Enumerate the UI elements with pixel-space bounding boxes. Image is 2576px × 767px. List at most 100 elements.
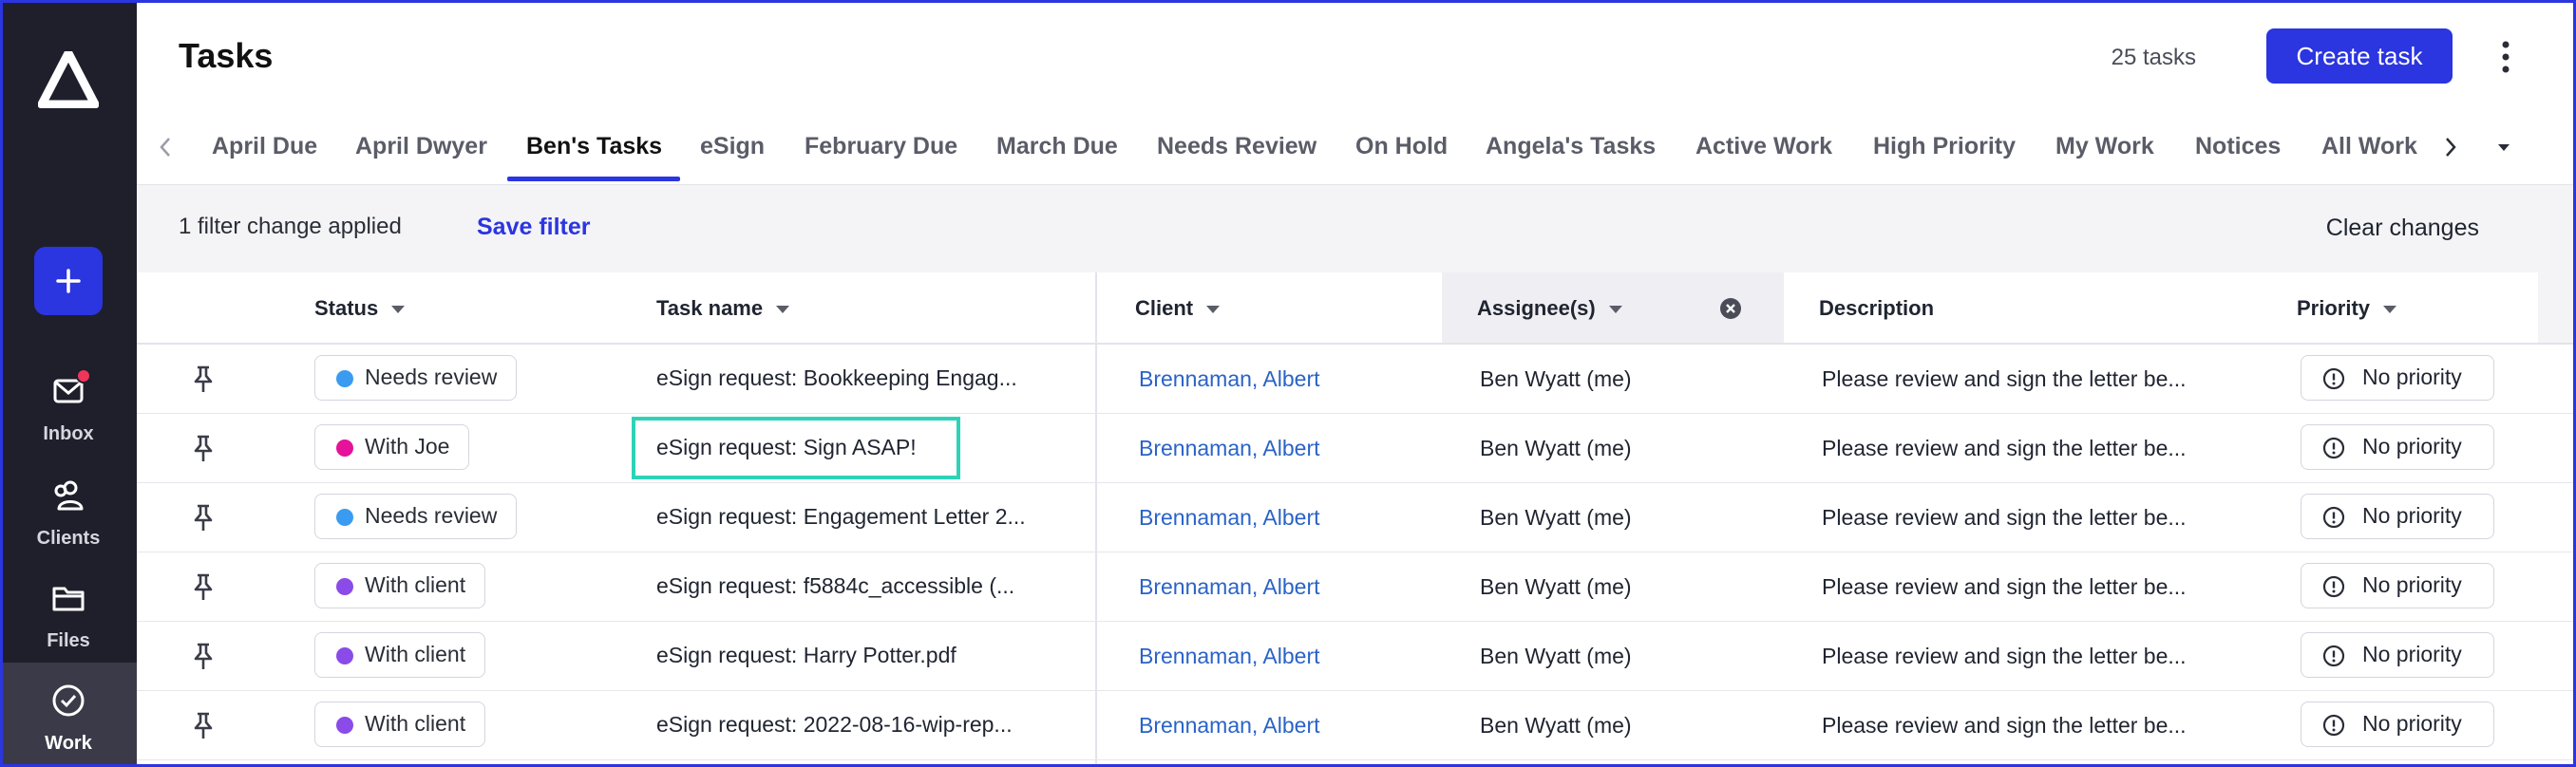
nav-work-label: Work xyxy=(45,733,92,754)
status-label: With client xyxy=(365,642,466,666)
pin-icon[interactable] xyxy=(190,433,217,463)
column-header-description[interactable]: Description xyxy=(1819,296,1934,321)
column-header-client-label: Client xyxy=(1135,296,1194,320)
table-header: Status Task name Client Assignee(s) Desc… xyxy=(137,272,2576,345)
client-link[interactable]: Brennaman, Albert xyxy=(1139,436,1320,461)
status-dot xyxy=(336,370,353,387)
priority-label: No priority xyxy=(2362,572,2462,597)
description: Please review and sign the letter be... xyxy=(1822,644,2187,668)
quick-add-button[interactable] xyxy=(34,247,103,315)
status-badge[interactable]: With client xyxy=(314,563,486,608)
table-row[interactable]: With client eSign request: f5884c_accessi… xyxy=(137,552,2576,622)
priority-label: No priority xyxy=(2362,711,2462,736)
tab-april-due[interactable]: April Due xyxy=(212,133,317,160)
status-badge[interactable]: Needs review xyxy=(314,494,518,539)
task-name[interactable]: eSign request: f5884c_accessible (... xyxy=(656,573,1014,599)
nav-clients[interactable]: Clients xyxy=(0,477,137,581)
notification-dot xyxy=(76,368,91,384)
priority-badge[interactable]: No priority xyxy=(2301,494,2494,539)
tabs-scroll-left-icon[interactable] xyxy=(154,133,177,161)
column-header-task-name[interactable]: Task name xyxy=(656,296,790,321)
pin-icon[interactable] xyxy=(190,641,217,671)
tab-all-work[interactable]: All Work xyxy=(2321,133,2417,160)
client-link[interactable]: Brennaman, Albert xyxy=(1139,644,1320,669)
table-row[interactable]: With Joe eSign request: Sign ASAP! Brennam… xyxy=(137,414,2576,483)
tab-april-dwyer[interactable]: April Dwyer xyxy=(355,133,487,160)
clear-assignee-filter-icon[interactable] xyxy=(1719,297,1742,320)
tab-esign[interactable]: eSign xyxy=(700,133,765,160)
column-header-priority[interactable]: Priority xyxy=(2297,296,2397,321)
table-row[interactable]: With client eSign request: Harry Potter.p… xyxy=(137,622,2576,691)
status-badge[interactable]: With client xyxy=(314,632,486,678)
nav-inbox[interactable]: Inbox xyxy=(0,368,137,477)
alert-circle-icon xyxy=(2322,437,2345,459)
assignee: Ben Wyatt (me) xyxy=(1480,436,1632,460)
status-badge[interactable]: With Joe xyxy=(314,424,470,470)
more-options-icon[interactable] xyxy=(2496,38,2515,76)
nav-inbox-label: Inbox xyxy=(43,423,94,444)
description: Please review and sign the letter be... xyxy=(1822,505,2187,530)
sort-caret-icon xyxy=(776,306,790,314)
clear-changes-button[interactable]: Clear changes xyxy=(2326,215,2479,242)
status-label: Needs review xyxy=(365,503,498,528)
tab-angelas-tasks[interactable]: Angela's Tasks xyxy=(1486,133,1656,160)
tab-notices[interactable]: Notices xyxy=(2195,133,2281,160)
client-link[interactable]: Brennaman, Albert xyxy=(1139,713,1320,739)
priority-badge[interactable]: No priority xyxy=(2301,355,2494,401)
priority-badge[interactable]: No priority xyxy=(2301,702,2494,747)
tab-march-due[interactable]: March Due xyxy=(996,133,1118,160)
column-header-task-name-label: Task name xyxy=(656,296,764,320)
tab-february-due[interactable]: February Due xyxy=(805,133,957,160)
sort-caret-icon xyxy=(1608,306,1622,314)
client-link[interactable]: Brennaman, Albert xyxy=(1139,505,1320,531)
pin-icon[interactable] xyxy=(190,364,217,394)
task-name[interactable]: eSign request: 2022-08-16-wip-rep... xyxy=(656,712,1013,738)
priority-label: No priority xyxy=(2362,365,2462,389)
pin-icon[interactable] xyxy=(190,502,217,533)
nav-clients-label: Clients xyxy=(36,528,101,549)
column-header-status[interactable]: Status xyxy=(314,296,406,321)
assignee: Ben Wyatt (me) xyxy=(1480,713,1632,738)
tabs-scroll-right-icon[interactable] xyxy=(2439,133,2462,161)
tab-needs-review[interactable]: Needs Review xyxy=(1157,133,1316,160)
alert-circle-icon xyxy=(2322,506,2345,529)
alert-circle-icon xyxy=(2322,575,2345,598)
task-name[interactable]: eSign request: Bookkeeping Engag... xyxy=(656,365,1017,391)
tabs-dropdown-icon[interactable] xyxy=(2492,133,2515,161)
page-title: Tasks xyxy=(179,36,274,75)
app-logo-icon[interactable] xyxy=(38,51,99,108)
status-badge[interactable]: Needs review xyxy=(314,355,518,401)
column-header-assignees[interactable]: Assignee(s) xyxy=(1477,296,1622,321)
table-row[interactable]: Needs review eSign request: Engagement Le… xyxy=(137,483,2576,552)
create-task-button[interactable]: Create task xyxy=(2266,28,2453,84)
assignee: Ben Wyatt (me) xyxy=(1480,366,1632,391)
tab-bens-tasks[interactable]: Ben's Tasks xyxy=(526,133,662,160)
client-link[interactable]: Brennaman, Albert xyxy=(1139,366,1320,392)
plus-icon xyxy=(56,269,81,293)
status-badge[interactable]: With client xyxy=(314,702,486,747)
pin-icon[interactable] xyxy=(190,710,217,740)
client-link[interactable]: Brennaman, Albert xyxy=(1139,574,1320,600)
table-row[interactable]: With client eSign request: 2022-08-16-wip… xyxy=(137,691,2576,760)
nav-files-label: Files xyxy=(47,630,90,651)
task-name[interactable]: eSign request: Harry Potter.pdf xyxy=(656,643,957,668)
task-name[interactable]: eSign request: Engagement Letter 2... xyxy=(656,504,1026,530)
tab-on-hold[interactable]: On Hold xyxy=(1355,133,1448,160)
focus-highlight xyxy=(632,417,960,479)
status-label: Needs review xyxy=(365,365,498,389)
pin-icon[interactable] xyxy=(190,571,217,602)
nav-work[interactable]: Work xyxy=(0,663,137,767)
table-row[interactable]: Needs review eSign request: Bookkeeping E… xyxy=(137,345,2576,414)
priority-badge[interactable]: No priority xyxy=(2301,563,2494,608)
users-icon xyxy=(54,480,84,511)
priority-badge[interactable]: No priority xyxy=(2301,424,2494,470)
assignee: Ben Wyatt (me) xyxy=(1480,505,1632,530)
active-tab-indicator xyxy=(507,177,680,181)
priority-badge[interactable]: No priority xyxy=(2301,632,2494,678)
tab-my-work[interactable]: My Work xyxy=(2055,133,2154,160)
tab-active-work[interactable]: Active Work xyxy=(1695,133,1832,160)
save-filter-link[interactable]: Save filter xyxy=(477,214,591,241)
column-header-client[interactable]: Client xyxy=(1135,296,1221,321)
description: Please review and sign the letter be... xyxy=(1822,436,2187,460)
tab-high-priority[interactable]: High Priority xyxy=(1873,133,2016,160)
